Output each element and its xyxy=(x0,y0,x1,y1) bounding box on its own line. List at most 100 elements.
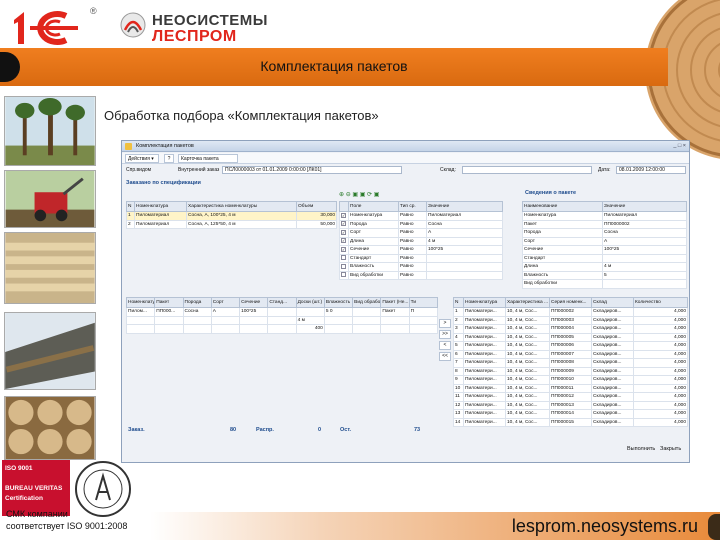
avail-cell: 10, 4 м, Сос... xyxy=(505,315,550,325)
filter-row[interactable]: ✓ Длина Равно 4 м xyxy=(339,236,503,246)
selection-header[interactable]: Доски (шт.) xyxy=(295,297,325,308)
avail-header[interactable]: N xyxy=(453,297,464,308)
avail-header[interactable]: Серия номенк... xyxy=(549,297,592,308)
selection-header[interactable]: Станд... xyxy=(267,297,297,308)
actions-menu-button[interactable]: Действия ▾ xyxy=(125,154,159,163)
row-checkbox[interactable]: ✓ xyxy=(341,221,346,227)
row-checkbox[interactable]: ✓ xyxy=(341,238,346,244)
avail-row[interactable]: 14 Пиломатери... 10, 4 м, Сос... ПП000015 Ск… xyxy=(453,417,688,427)
pack-row[interactable]: Влажность 5 xyxy=(522,270,687,280)
pack-row[interactable]: Номенклатура Пиломатериал xyxy=(522,211,687,221)
avail-cell: 10, 4 м, Сос... xyxy=(505,358,550,368)
close-button[interactable]: Закрыть xyxy=(660,446,681,452)
selection-header[interactable]: Влажность xyxy=(323,297,354,308)
filter-header[interactable]: Тип ср. xyxy=(398,201,427,212)
avail-header[interactable]: Склад xyxy=(591,297,634,308)
avail-row[interactable]: 10 Пиломатери... 10, 4 м, Сос... ПП000011 Ск… xyxy=(453,383,688,393)
transfer-button[interactable]: < xyxy=(439,341,451,350)
filter-row[interactable]: ✓ Сорт Равно А xyxy=(339,228,503,238)
avail-cell: 6 xyxy=(453,349,464,359)
filter-cell: ✓ xyxy=(339,228,349,238)
selection-header[interactable]: Ти xyxy=(408,297,439,308)
avail-row[interactable]: 3 Пиломатери... 10, 4 м, Сос... ПП000004 Скл… xyxy=(453,324,688,334)
run-button[interactable]: Выполнить xyxy=(627,446,655,452)
avail-header[interactable]: Количество xyxy=(633,297,688,308)
spec-header[interactable]: Характеристика номенклатуры xyxy=(186,201,297,212)
window-controls[interactable]: _ □ × xyxy=(673,143,686,149)
selection-header[interactable]: Пакет (Не... xyxy=(380,297,410,308)
filter-header[interactable]: Значение xyxy=(426,201,503,212)
pack-row[interactable]: Порода Сосна xyxy=(522,228,687,238)
selection-row[interactable]: Пилом... ПП000... Сосна А 100*25 5 0 Пакет П xyxy=(125,307,439,317)
avail-row[interactable]: 1 Пиломатери... 10, 4 м, Сос... ПП000002 Скл… xyxy=(453,307,688,317)
selection-header[interactable]: Вид обработки xyxy=(352,297,382,308)
transfer-button[interactable]: > xyxy=(439,319,451,328)
selection-header[interactable]: Пакет xyxy=(154,297,184,308)
avail-row[interactable]: 7 Пиломатери... 10, 4 м, Сос... ПП000008 Скл… xyxy=(453,358,688,368)
spec-header[interactable]: N xyxy=(126,201,135,212)
row-checkbox[interactable]: ✓ xyxy=(341,229,346,235)
filter-row[interactable]: Стандарт Равно xyxy=(339,253,503,263)
avail-header[interactable]: Номенклатура xyxy=(463,297,506,308)
selection-cell xyxy=(352,315,382,325)
order-doc-field[interactable]: ПСЛ0000003 от 01.01.2009 0:00:00 [ЛК01] xyxy=(222,166,402,174)
pack-row[interactable]: Вид обработки xyxy=(522,279,687,289)
avail-row[interactable]: 6 Пиломатери... 10, 4 м, Сос... ПП000007 Скл… xyxy=(453,349,688,359)
row-checkbox[interactable]: ✓ xyxy=(341,246,346,252)
pack-row[interactable]: Длина 4 м xyxy=(522,262,687,272)
filter-row[interactable]: ✓ Номенклатура Равно Пиломатериал xyxy=(339,211,503,221)
help-button[interactable]: ? xyxy=(164,154,174,163)
avail-cell: Складиров... xyxy=(591,417,634,427)
row-checkbox[interactable] xyxy=(341,272,346,278)
avail-header[interactable]: Характеристика ... xyxy=(505,297,550,308)
filter-row[interactable]: ✓ Сечение Равно 100*25 xyxy=(339,245,503,255)
avail-cell: 10, 4 м, Сос... xyxy=(505,341,550,351)
spec-header[interactable]: Объем xyxy=(296,201,337,212)
company-mark-icon xyxy=(120,12,146,38)
package-card-button[interactable]: Карточка пакета xyxy=(178,154,238,163)
pack-row[interactable]: Стандарт xyxy=(522,253,687,263)
pack-row[interactable]: Пакет ПП0000002 xyxy=(522,219,687,229)
filter-panel-icons[interactable]: ⊕ ⊖ ▣ ▣ ⟳ ▣ xyxy=(339,191,379,198)
avail-cell: 4,000 xyxy=(633,332,688,342)
pack-row[interactable]: Сорт А xyxy=(522,236,687,246)
pack-header[interactable]: Наименование xyxy=(522,201,603,212)
filter-row[interactable]: Вид обработки Равно xyxy=(339,270,503,280)
pack-cell: Влажность xyxy=(522,270,603,280)
avail-row[interactable]: 5 Пиломатери... 10, 4 м, Сос... ПП000006 Скл… xyxy=(453,341,688,351)
transfer-button[interactable]: << xyxy=(439,352,451,361)
pack-header[interactable]: Значение xyxy=(602,201,687,212)
spec-header[interactable]: Номенклатура xyxy=(134,201,187,212)
date-field[interactable]: 08.01.2009 12:00:00 xyxy=(616,166,686,174)
row-checkbox[interactable] xyxy=(341,263,346,269)
avail-row[interactable]: 2 Пиломатери... 10, 4 м, Сос... ПП000003 Скл… xyxy=(453,315,688,325)
filter-row[interactable]: Влажность Равно xyxy=(339,262,503,272)
filter-cell: ✓ xyxy=(339,219,349,229)
selection-header[interactable]: Номенклатура xyxy=(125,297,156,308)
avail-cell: 8 xyxy=(453,366,464,376)
avail-row[interactable]: 13 Пиломатери... 10, 4 м, Сос... ПП000014 Ск… xyxy=(453,409,688,419)
avail-row[interactable]: 12 Пиломатери... 10, 4 м, Сос... ПП000013 Ск… xyxy=(453,400,688,410)
selection-header[interactable]: Порода xyxy=(182,297,212,308)
avail-cell: ПП000012 xyxy=(549,392,592,402)
avail-row[interactable]: 11 Пиломатери... 10, 4 м, Сос... ПП000012 Ск… xyxy=(453,392,688,402)
avail-cell: 4,000 xyxy=(633,341,688,351)
filter-header[interactable]: Поле xyxy=(348,201,399,212)
selection-header[interactable]: Сорт xyxy=(210,297,241,308)
filter-header[interactable] xyxy=(339,201,349,212)
transfer-button[interactable]: >> xyxy=(439,330,451,339)
row-checkbox[interactable] xyxy=(341,255,346,261)
filter-row[interactable]: ✓ Порода Равно Сосна xyxy=(339,219,503,229)
avail-cell: 10, 4 м, Сос... xyxy=(505,324,550,334)
avail-row[interactable]: 9 Пиломатери... 10, 4 м, Сос... ПП000010 Скл… xyxy=(453,375,688,385)
avail-row[interactable]: 8 Пиломатери... 10, 4 м, Сос... ПП000009 Скл… xyxy=(453,366,688,376)
site-link[interactable]: lesprom.neosystems.ru xyxy=(512,516,698,537)
selection-header[interactable]: Сечение xyxy=(239,297,269,308)
spec-row[interactable]: 2 Пиломатериал Сосна, А, 125*50, 4 м 50,000 xyxy=(126,219,337,229)
avail-row[interactable]: 4 Пиломатери... 10, 4 м, Сос... ПП000005 Скл… xyxy=(453,332,688,342)
row-checkbox[interactable]: ✓ xyxy=(341,212,346,218)
warehouse-field[interactable] xyxy=(462,166,592,174)
pack-row[interactable]: Сечение 100*25 xyxy=(522,245,687,255)
spec-row[interactable]: 1 Пиломатериал Сосна, А, 100*25, 4 м 30,000 xyxy=(126,211,337,221)
avail-cell: 14 xyxy=(453,417,464,427)
